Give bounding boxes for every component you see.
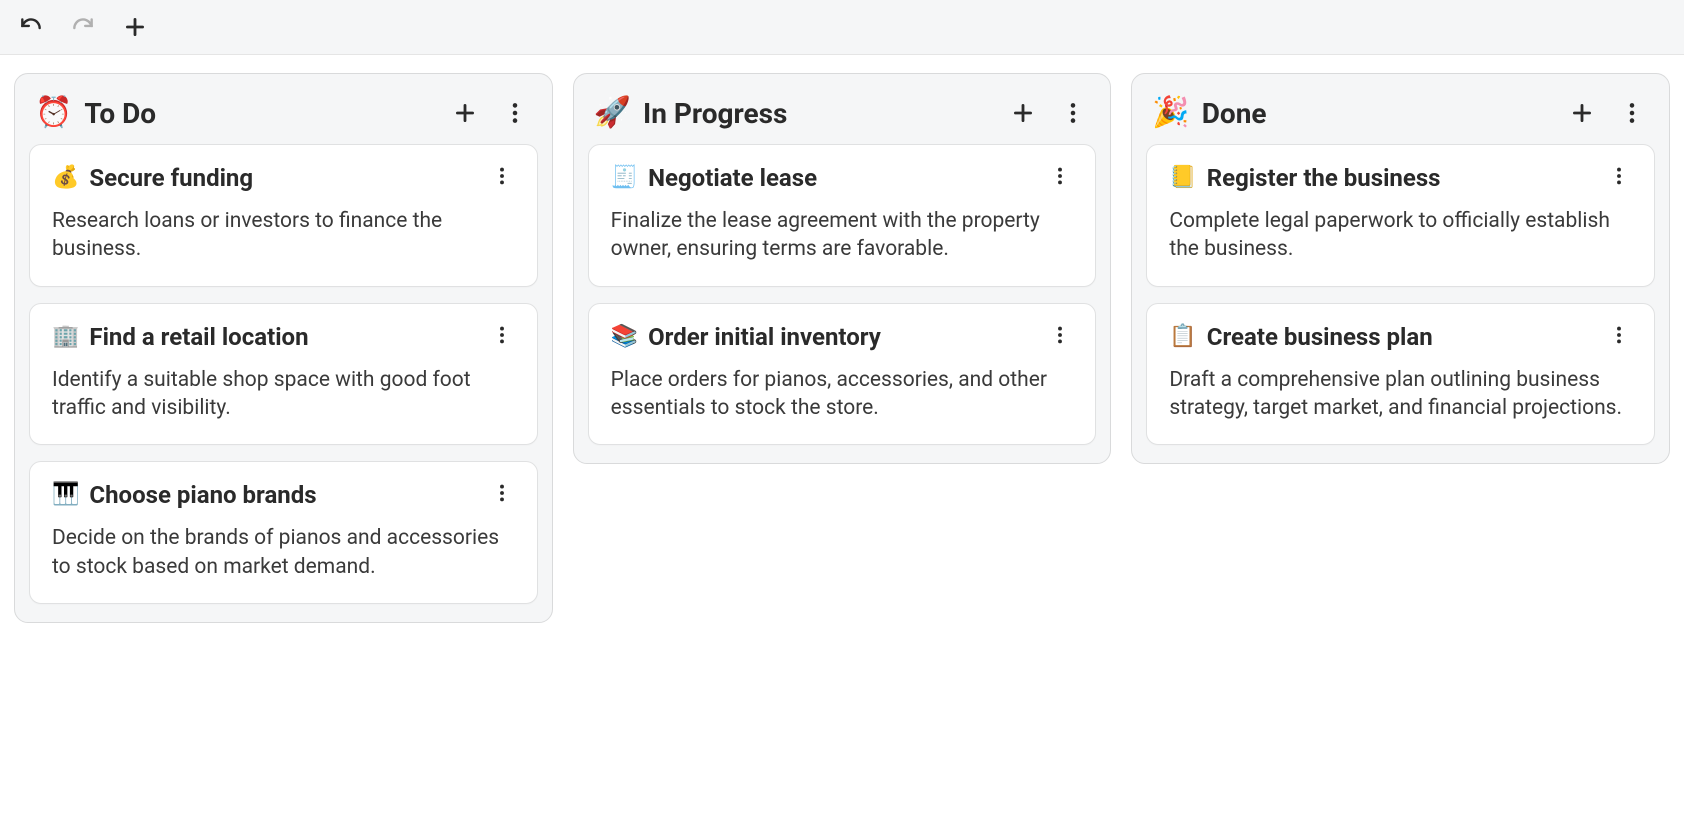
card-title: 📚 Order initial inventory xyxy=(611,322,881,352)
card-description: Research loans or investors to finance t… xyxy=(52,207,515,264)
card-emoji: 📚 xyxy=(611,326,638,348)
column-header: 🎉 Done xyxy=(1146,84,1655,144)
card-description: Draft a comprehensive plan outlining bus… xyxy=(1169,366,1632,423)
add-card-button[interactable] xyxy=(1006,96,1040,130)
card-title: 📋 Create business plan xyxy=(1169,322,1432,352)
card-find-a-retail-location[interactable]: 🏢 Find a retail location Identify a suitab… xyxy=(29,303,538,446)
card-title-text: Secure funding xyxy=(89,163,253,193)
card-menu-button[interactable] xyxy=(489,322,515,348)
card-emoji: 💰 xyxy=(52,167,79,189)
column-emoji: ⏰ xyxy=(35,98,72,128)
column-menu-button[interactable] xyxy=(498,96,532,130)
more-vertical-icon xyxy=(1049,324,1071,346)
redo-button[interactable] xyxy=(66,10,100,44)
card-emoji: 🏢 xyxy=(52,326,79,348)
more-vertical-icon xyxy=(1608,165,1630,187)
card-header: 🧾 Negotiate lease xyxy=(611,163,1074,193)
card-title: 🎹 Choose piano brands xyxy=(52,480,317,510)
card-description: Decide on the brands of pianos and acces… xyxy=(52,524,515,581)
column-title: 🎉 Done xyxy=(1152,97,1266,130)
card-secure-funding[interactable]: 💰 Secure funding Research loans or investo… xyxy=(29,144,538,287)
column-title-text: Done xyxy=(1202,97,1267,130)
cards-list: 🧾 Negotiate lease Finalize the lease agree… xyxy=(588,144,1097,445)
card-emoji: 🧾 xyxy=(611,167,638,189)
kanban-board: ⏰ To Do 💰 Secure funding Research loans or i… xyxy=(0,55,1684,641)
card-menu-button[interactable] xyxy=(1047,163,1073,189)
undo-button[interactable] xyxy=(14,10,48,44)
card-title-text: Find a retail location xyxy=(89,322,308,352)
column-header: 🚀 In Progress xyxy=(588,84,1097,144)
plus-icon xyxy=(1010,100,1036,126)
more-vertical-icon xyxy=(1608,324,1630,346)
card-emoji: 📒 xyxy=(1169,167,1196,189)
plus-icon xyxy=(1569,100,1595,126)
column-to-do: ⏰ To Do 💰 Secure funding Research loans or i… xyxy=(14,73,553,623)
card-description: Place orders for pianos, accessories, an… xyxy=(611,366,1074,423)
undo-icon xyxy=(18,14,44,40)
card-title: 📒 Register the business xyxy=(1169,163,1440,193)
plus-icon xyxy=(122,14,148,40)
card-header: 📚 Order initial inventory xyxy=(611,322,1074,352)
column-menu-button[interactable] xyxy=(1615,96,1649,130)
card-header: 📋 Create business plan xyxy=(1169,322,1632,352)
add-card-button[interactable] xyxy=(1565,96,1599,130)
card-choose-piano-brands[interactable]: 🎹 Choose piano brands Decide on the brands… xyxy=(29,461,538,604)
more-vertical-icon xyxy=(1619,100,1645,126)
card-title-text: Create business plan xyxy=(1207,322,1433,352)
card-title-text: Register the business xyxy=(1207,163,1441,193)
redo-icon xyxy=(70,14,96,40)
card-title: 💰 Secure funding xyxy=(52,163,253,193)
more-vertical-icon xyxy=(1060,100,1086,126)
card-order-initial-inventory[interactable]: 📚 Order initial inventory Place orders for… xyxy=(588,303,1097,446)
card-title: 🏢 Find a retail location xyxy=(52,322,309,352)
column-emoji: 🎉 xyxy=(1152,98,1189,128)
card-menu-button[interactable] xyxy=(489,480,515,506)
card-header: 💰 Secure funding xyxy=(52,163,515,193)
card-description: Finalize the lease agreement with the pr… xyxy=(611,207,1074,264)
card-title: 🧾 Negotiate lease xyxy=(611,163,817,193)
card-menu-button[interactable] xyxy=(1606,163,1632,189)
more-vertical-icon xyxy=(1049,165,1071,187)
card-negotiate-lease[interactable]: 🧾 Negotiate lease Finalize the lease agree… xyxy=(588,144,1097,287)
column-title-text: To Do xyxy=(84,97,156,130)
more-vertical-icon xyxy=(491,165,513,187)
column-emoji: 🚀 xyxy=(594,98,631,128)
card-description: Identify a suitable shop space with good… xyxy=(52,366,515,423)
column-actions xyxy=(1565,96,1649,130)
card-menu-button[interactable] xyxy=(489,163,515,189)
card-header: 🏢 Find a retail location xyxy=(52,322,515,352)
card-title-text: Choose piano brands xyxy=(89,480,316,510)
column-title-text: In Progress xyxy=(643,97,787,130)
add-board-button[interactable] xyxy=(118,10,152,44)
card-register-the-business[interactable]: 📒 Register the business Complete legal pap… xyxy=(1146,144,1655,287)
column-title: ⏰ To Do xyxy=(35,97,156,130)
card-menu-button[interactable] xyxy=(1606,322,1632,348)
column-in-progress: 🚀 In Progress 🧾 Negotiate lease Finalize the… xyxy=(573,73,1112,464)
card-header: 🎹 Choose piano brands xyxy=(52,480,515,510)
column-title: 🚀 In Progress xyxy=(594,97,788,130)
card-title-text: Order initial inventory xyxy=(648,322,881,352)
more-vertical-icon xyxy=(502,100,528,126)
card-menu-button[interactable] xyxy=(1047,322,1073,348)
add-card-button[interactable] xyxy=(448,96,482,130)
cards-list: 📒 Register the business Complete legal pap… xyxy=(1146,144,1655,445)
card-create-business-plan[interactable]: 📋 Create business plan Draft a comprehensi… xyxy=(1146,303,1655,446)
card-emoji: 🎹 xyxy=(52,484,79,506)
card-header: 📒 Register the business xyxy=(1169,163,1632,193)
card-description: Complete legal paperwork to officially e… xyxy=(1169,207,1632,264)
more-vertical-icon xyxy=(491,324,513,346)
more-vertical-icon xyxy=(491,482,513,504)
column-header: ⏰ To Do xyxy=(29,84,538,144)
toolbar xyxy=(0,0,1684,55)
column-actions xyxy=(1006,96,1090,130)
column-actions xyxy=(448,96,532,130)
cards-list: 💰 Secure funding Research loans or investo… xyxy=(29,144,538,604)
card-emoji: 📋 xyxy=(1169,326,1196,348)
column-done: 🎉 Done 📒 Register the business Complete lega… xyxy=(1131,73,1670,464)
card-title-text: Negotiate lease xyxy=(648,163,817,193)
plus-icon xyxy=(452,100,478,126)
column-menu-button[interactable] xyxy=(1056,96,1090,130)
